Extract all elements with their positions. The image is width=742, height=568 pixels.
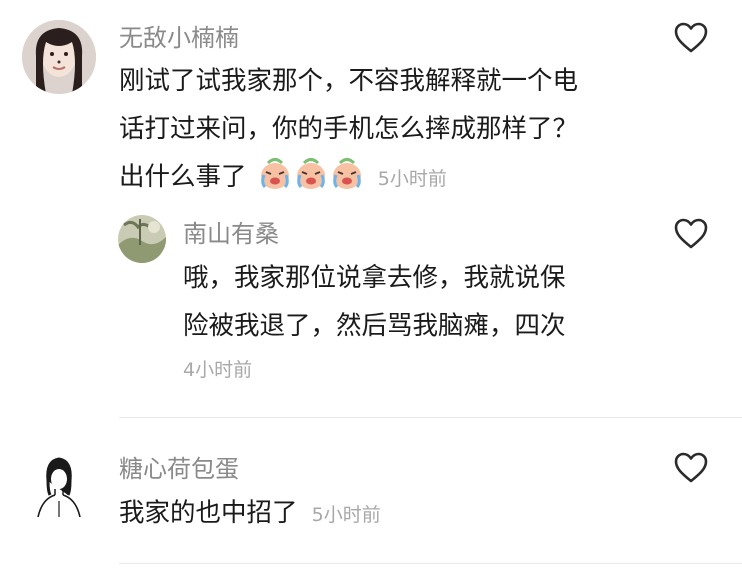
comment-text-line: 出什么事了 5小时前 bbox=[119, 153, 578, 203]
comment-timestamp: 5小时前 bbox=[377, 168, 447, 190]
avatar-line-drawing-icon bbox=[22, 451, 96, 525]
comment-text-line-body: 我家的也中招了 bbox=[119, 498, 298, 528]
comment-divider bbox=[119, 563, 742, 564]
reply-text-line: 哦，我家那位说拿去修，我就说保 bbox=[183, 263, 566, 293]
like-heart-icon[interactable] bbox=[674, 452, 708, 483]
like-heart-icon[interactable] bbox=[674, 218, 708, 249]
reply-username[interactable]: 南山有桑 bbox=[183, 219, 279, 249]
comment-divider bbox=[119, 417, 742, 418]
avatar-landscape-icon bbox=[118, 215, 166, 263]
comment-timestamp: 5小时前 bbox=[311, 504, 381, 526]
reply-text: 哦，我家那位说拿去修，我就说保 险被我退了，然后骂我脑瘫，四次 bbox=[183, 254, 566, 350]
comment-text-line: 刚试了试我家那个，不容我解释就一个电 bbox=[119, 66, 579, 96]
avatar-photo-icon bbox=[22, 20, 96, 94]
reply-text-line: 险被我退了，然后骂我脑瘫，四次 bbox=[183, 311, 566, 341]
avatar[interactable] bbox=[22, 451, 96, 525]
avatar[interactable] bbox=[118, 215, 166, 263]
reply-timestamp: 4小时前 bbox=[183, 359, 253, 381]
comment-username[interactable]: 无敌小楠楠 bbox=[119, 23, 239, 53]
crying-laugh-emoji bbox=[255, 158, 372, 192]
comment-text: 刚试了试我家那个，不容我解释就一个电 话打过来问，你的手机怎么摔成那样了？ 出什… bbox=[119, 57, 578, 203]
comment-text: 我家的也中招了 5小时前 bbox=[119, 489, 381, 539]
comment-text-line: 话打过来问，你的手机怎么摔成那样了？ bbox=[119, 114, 579, 144]
comment-username[interactable]: 糖心荷包蛋 bbox=[119, 454, 239, 484]
avatar[interactable] bbox=[22, 20, 96, 94]
comment-text-line: 我家的也中招了 5小时前 bbox=[119, 489, 381, 539]
crying-laugh-emoji-group bbox=[260, 158, 361, 189]
comment-text-line-tail: 出什么事了 bbox=[119, 162, 247, 192]
like-heart-icon[interactable] bbox=[674, 22, 708, 53]
